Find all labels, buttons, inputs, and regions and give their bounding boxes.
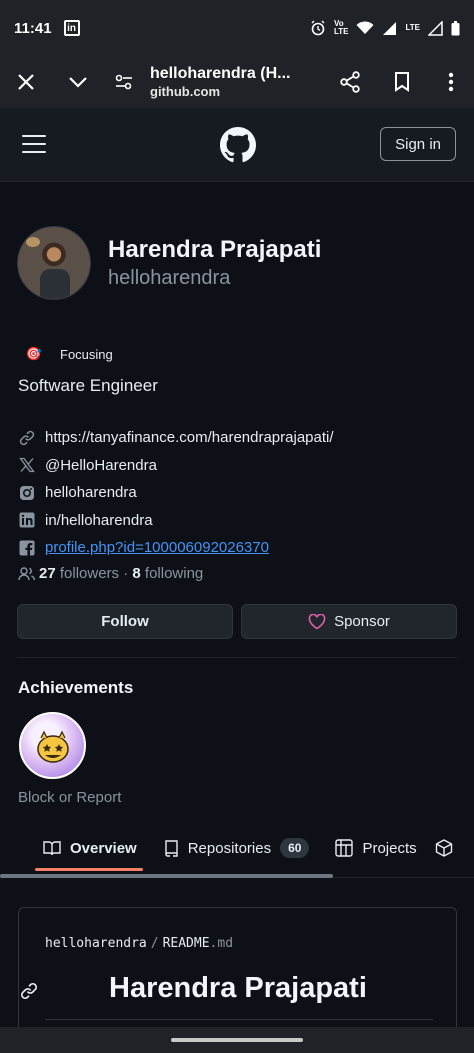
repositories-count-badge: 60	[280, 838, 310, 858]
share-icon	[340, 71, 360, 93]
tab-packages[interactable]	[435, 828, 453, 868]
repo-icon	[165, 839, 178, 857]
readme-owner: helloharendra	[45, 936, 147, 951]
page-title: helloharendra (H...	[150, 65, 291, 82]
browser-toolbar: helloharendra (H... github.com	[0, 56, 474, 108]
facebook-icon	[18, 539, 36, 557]
website-link[interactable]: https://tanyafinance.com/harendraprajapa…	[45, 429, 334, 446]
separator-dot: ·	[123, 565, 129, 582]
page-url: github.com	[150, 84, 221, 99]
tune-icon	[115, 74, 132, 90]
tab-overview[interactable]: Overview	[35, 828, 145, 868]
chevron-down-icon	[69, 77, 87, 88]
followers-count[interactable]: 27	[39, 565, 56, 582]
achievements-title: Achievements	[18, 678, 134, 697]
divider	[17, 657, 457, 658]
linkedin-row[interactable]: in/helloharendra	[18, 507, 458, 535]
alarm-icon	[311, 20, 325, 36]
follow-button[interactable]: Follow	[17, 604, 233, 639]
signal-icon-2	[428, 20, 443, 36]
following-count[interactable]: 8	[132, 565, 140, 582]
profile-bio: Software Engineer	[18, 376, 158, 395]
x-twitter-icon	[18, 456, 36, 474]
tab-repositories[interactable]: Repositories 60	[155, 828, 318, 868]
tab-projects-label: Projects	[362, 839, 417, 857]
people-icon	[18, 566, 36, 580]
bookmark-button[interactable]	[376, 56, 428, 108]
sponsor-label: Sponsor	[334, 613, 390, 630]
bookmark-icon	[395, 72, 409, 92]
website-row[interactable]: https://tanyafinance.com/harendraprajapa…	[18, 424, 458, 452]
profile-login: helloharendra	[108, 267, 231, 289]
profile-tabs: Overview Repositories 60 Projects	[0, 824, 474, 872]
anchor-link-icon[interactable]	[20, 982, 38, 1000]
active-tab-indicator	[35, 868, 143, 871]
battery-icon	[451, 20, 460, 35]
volte-indicator: Vo LTE	[333, 19, 349, 36]
gesture-handle[interactable]	[171, 1038, 303, 1042]
starstruck-face-icon	[36, 730, 69, 763]
status-icons: Vo LTE LTE	[310, 20, 460, 36]
profile-name: Harendra Prajapati	[108, 236, 322, 263]
facebook-link[interactable]: profile.php?id=100006092026370	[45, 539, 269, 556]
tab-overview-label: Overview	[70, 839, 137, 857]
sign-in-button[interactable]: Sign in	[380, 127, 456, 161]
block-or-report-link[interactable]: Block or Report	[18, 789, 121, 806]
book-icon	[43, 841, 61, 856]
linkedin-icon	[18, 511, 36, 529]
link-icon	[18, 429, 36, 447]
heart-icon	[308, 613, 326, 629]
followers-line[interactable]: 27 followers · 8 following	[18, 565, 203, 582]
tab-projects[interactable]: Projects	[327, 828, 424, 868]
readme-ext: .md	[209, 936, 234, 951]
page-title-box[interactable]: helloharendra (H... github.com	[144, 65, 324, 99]
system-nav-bar	[0, 1027, 474, 1053]
close-tab-button[interactable]	[0, 56, 52, 108]
linkedin-handle[interactable]: in/helloharendra	[45, 512, 153, 529]
linkedin-notification-icon: in	[63, 20, 80, 36]
instagram-icon	[18, 484, 36, 502]
clock: 11:41	[14, 19, 52, 37]
readme-heading: Harendra Prajapati	[109, 972, 367, 1004]
twitter-row[interactable]: @HelloHarendra	[18, 452, 458, 480]
tabs-scrollbar[interactable]	[0, 874, 333, 878]
page-info-button[interactable]	[104, 56, 144, 108]
readme-heading-rule	[45, 1019, 433, 1020]
github-header: Sign in	[0, 108, 474, 182]
avatar[interactable]	[17, 226, 91, 300]
project-icon	[335, 839, 354, 857]
status-text: Focusing	[60, 346, 113, 362]
status-bar: 11:41 in Vo LTE LTE	[0, 0, 474, 56]
sponsor-button[interactable]: Sponsor	[241, 604, 457, 639]
instagram-handle[interactable]: helloharendra	[45, 484, 137, 501]
minimize-button[interactable]	[52, 56, 104, 108]
package-icon	[435, 839, 452, 857]
readme-path-separator: /	[150, 936, 159, 951]
twitter-handle[interactable]: @HelloHarendra	[45, 457, 157, 474]
tab-repositories-label: Repositories	[187, 839, 272, 857]
signal-icon	[383, 21, 397, 35]
vcard-details: https://tanyafinance.com/harendraprajapa…	[18, 424, 458, 562]
menu-button[interactable]	[22, 135, 46, 153]
more-options-button[interactable]	[428, 56, 474, 108]
target-icon: 🎯	[25, 346, 43, 361]
following-label[interactable]: following	[145, 565, 203, 582]
followers-label[interactable]: followers	[60, 565, 119, 582]
share-button[interactable]	[324, 56, 376, 108]
starstruck-achievement-badge[interactable]	[19, 712, 86, 779]
wifi-icon	[356, 21, 374, 34]
readme-path[interactable]: helloharendra / README.md	[45, 936, 233, 951]
user-status: 🎯 Focusing	[18, 343, 113, 365]
more-vert-icon	[448, 72, 454, 92]
facebook-row[interactable]: profile.php?id=100006092026370	[18, 534, 458, 562]
readme-file: README	[162, 936, 210, 951]
instagram-row[interactable]: helloharendra	[18, 479, 458, 507]
lte-indicator: LTE	[405, 23, 420, 32]
github-logo-icon[interactable]	[220, 127, 256, 163]
close-icon	[18, 74, 34, 90]
